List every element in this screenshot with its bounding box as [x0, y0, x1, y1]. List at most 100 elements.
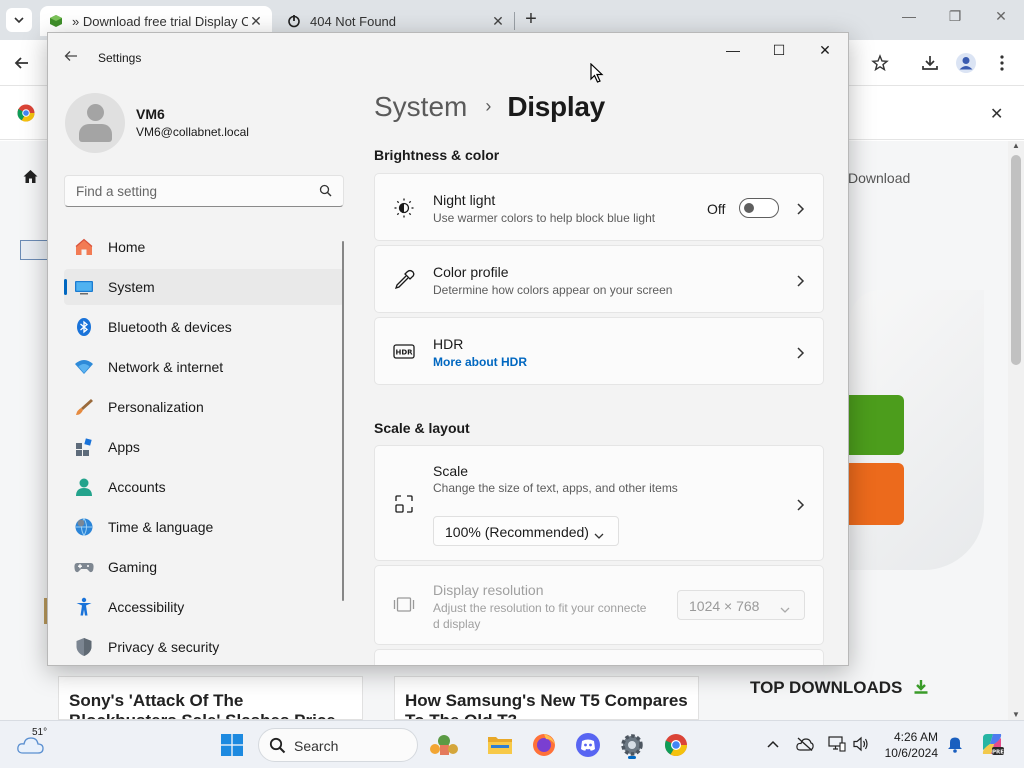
night-light-subtitle: Use warmer colors to help block blue lig…	[433, 211, 656, 225]
nav-label: Accessibility	[108, 599, 185, 615]
mouse-cursor-icon	[590, 62, 604, 88]
file-explorer-icon[interactable]	[484, 729, 516, 761]
weather-temperature[interactable]: 51°	[32, 727, 47, 738]
chevron-up-icon[interactable]	[764, 735, 782, 753]
user-name: VM6	[136, 106, 165, 122]
search-icon	[269, 737, 286, 759]
article-card[interactable]: How Samsung's New T5 Compares To The Old…	[394, 676, 699, 720]
taskbar-search-box[interactable]: Search	[258, 728, 458, 762]
page-title: Display	[507, 91, 605, 122]
scale-title: Scale	[433, 463, 469, 479]
home-icon[interactable]	[22, 168, 39, 190]
chevron-right-icon[interactable]	[795, 202, 805, 215]
accessibility-icon	[74, 597, 94, 617]
resolution-subtitle-line2: d display	[433, 617, 481, 631]
minimize-button[interactable]: —	[710, 39, 756, 63]
chevron-right-icon[interactable]	[795, 274, 805, 287]
hdr-card[interactable]: HDR HDR More about HDR	[374, 317, 824, 385]
discord-icon[interactable]	[572, 729, 604, 761]
next-setting-card[interactable]	[374, 649, 824, 665]
breadcrumb-parent[interactable]: System	[374, 91, 467, 123]
article-title[interactable]: How Samsung's New T5 Compares To The Old…	[405, 691, 688, 719]
page-scrollbar[interactable]: ▲ ▼	[1008, 141, 1024, 721]
chevron-right-icon[interactable]	[795, 346, 805, 359]
chevron-down-icon	[594, 527, 604, 539]
article-card[interactable]: Sony's 'Attack Of The Blockbusters Sale'…	[58, 676, 363, 720]
nav-scrollbar[interactable]	[342, 241, 344, 601]
breadcrumb: System › Display	[374, 91, 605, 123]
profile-avatar-icon[interactable]	[953, 50, 979, 76]
buy-button[interactable]	[848, 463, 904, 525]
user-email: VM6@collabnet.local	[136, 125, 249, 139]
nav-item-accounts[interactable]: Accounts	[64, 469, 344, 505]
nav-item-home[interactable]: Home	[64, 229, 344, 265]
settings-gear-icon[interactable]	[616, 729, 648, 761]
nav-item-system[interactable]: System	[64, 269, 344, 305]
scrollbar-thumb[interactable]	[1011, 155, 1021, 365]
tab-close-icon[interactable]: ✕	[490, 13, 506, 30]
download-icon[interactable]	[917, 50, 943, 76]
browser-close-button[interactable]: ✕	[978, 8, 1024, 32]
svg-text:PRE: PRE	[992, 749, 1004, 755]
night-light-card[interactable]: Night light Use warmer colors to help bl…	[374, 173, 824, 241]
maximize-button[interactable]: ☐	[756, 39, 802, 63]
resolution-value: 1024 × 768	[689, 598, 760, 614]
resolution-dropdown[interactable]: 1024 × 768	[677, 590, 805, 620]
start-windows-icon[interactable]	[216, 729, 248, 761]
firefox-icon[interactable]	[528, 729, 560, 761]
menu-kebab-icon[interactable]	[989, 50, 1015, 76]
back-arrow-icon[interactable]	[64, 49, 78, 68]
scroll-up-icon[interactable]: ▲	[1012, 141, 1020, 150]
browser-maximize-button[interactable]: ❐	[932, 8, 978, 32]
notification-bell-icon[interactable]	[946, 735, 964, 753]
browser-minimize-button[interactable]: —	[886, 8, 932, 32]
settings-window: Settings — ☐ ✕ VM6 VM6@collabnet.local F…	[47, 32, 849, 666]
clock-date: 10/6/2024	[884, 746, 938, 760]
gamepad-icon	[74, 557, 94, 577]
cloud-offline-icon[interactable]	[796, 735, 814, 753]
nav-item-time-language[interactable]: Time & language	[64, 509, 344, 545]
user-avatar[interactable]	[65, 93, 125, 153]
article-title[interactable]: Sony's 'Attack Of The Blockbusters Sale'…	[69, 691, 336, 719]
chevron-right-icon[interactable]	[795, 498, 805, 511]
accounts-icon	[74, 477, 94, 497]
night-light-state: Off	[707, 201, 726, 217]
nav-item-privacy-security[interactable]: Privacy & security	[64, 629, 344, 665]
close-button[interactable]: ✕	[802, 39, 848, 63]
tab-search-button[interactable]	[6, 8, 32, 32]
hdr-icon: HDR	[393, 342, 415, 364]
bookmark-star-icon[interactable]	[867, 50, 893, 76]
nav-item-bluetooth[interactable]: Bluetooth & devices	[64, 309, 344, 345]
weather-cloud-icon[interactable]	[16, 735, 44, 760]
shield-icon	[74, 637, 94, 657]
scroll-down-icon[interactable]: ▼	[1012, 710, 1020, 719]
volume-speaker-icon[interactable]	[852, 735, 870, 753]
nav-label: Accounts	[108, 479, 166, 495]
tab-title: » Download free trial Display Cl	[72, 13, 248, 29]
top-downloads-heading: TOP DOWNLOADS	[750, 678, 929, 698]
night-light-toggle[interactable]	[739, 198, 779, 218]
chrome-icon[interactable]	[660, 729, 692, 761]
download-button[interactable]	[848, 395, 904, 455]
search-placeholder: Find a setting	[76, 184, 158, 199]
find-setting-input[interactable]: Find a setting	[64, 175, 344, 207]
tab-close-icon[interactable]: ✕	[248, 13, 264, 30]
nav-label: Privacy & security	[108, 639, 220, 655]
copilot-icon[interactable]: PRE	[980, 732, 1004, 756]
system-clock[interactable]: 4:26 AM 10/6/2024	[878, 729, 938, 761]
new-tab-button[interactable]: +	[520, 8, 542, 32]
nav-item-apps[interactable]: Apps	[64, 429, 344, 465]
scale-dropdown[interactable]: 100% (Recommended)	[433, 516, 619, 546]
color-profile-card[interactable]: Color profile Determine how colors appea…	[374, 245, 824, 313]
nav-item-accessibility[interactable]: Accessibility	[64, 589, 344, 625]
nav-item-network[interactable]: Network & internet	[64, 349, 344, 385]
nav-item-gaming[interactable]: Gaming	[64, 549, 344, 585]
more-about-hdr-link[interactable]: More about HDR	[433, 355, 527, 369]
download-nav-link[interactable]: Download	[848, 170, 910, 186]
back-arrow-icon[interactable]	[9, 50, 35, 76]
infobar-close-icon[interactable]: ✕	[990, 104, 1003, 124]
network-monitor-icon[interactable]	[828, 735, 846, 753]
chrome-logo-icon	[17, 104, 35, 127]
nav-label: Network & internet	[108, 359, 224, 375]
nav-item-personalization[interactable]: Personalization	[64, 389, 344, 425]
